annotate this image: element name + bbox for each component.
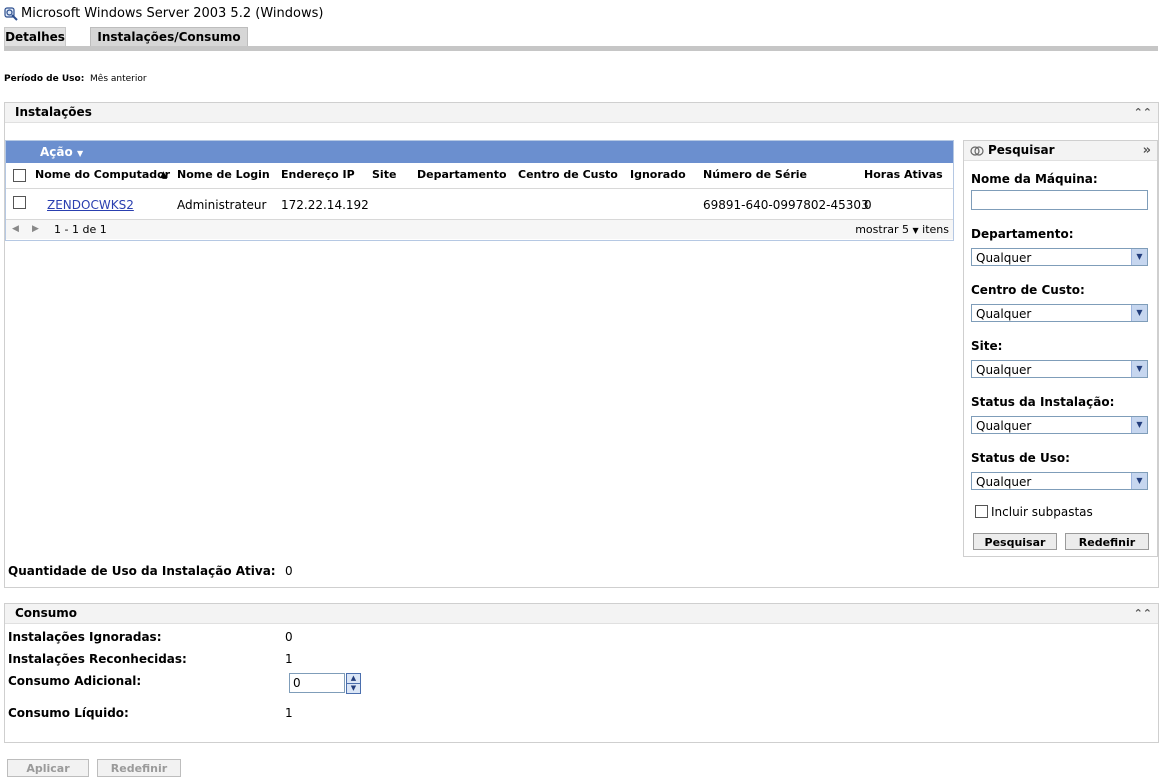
window-title-text: Microsoft Windows Server 2003 5.2 (Windo… — [21, 6, 324, 21]
search-panel: Pesquisar » Nome da Máquina: Departament… — [963, 140, 1158, 557]
install-status-label: Status da Instalação: — [971, 395, 1115, 409]
page-size-value: 5 — [902, 223, 909, 236]
tab-underline — [4, 46, 1158, 51]
recognized-installations-label: Instalações Reconhecidas: — [8, 652, 187, 666]
include-subfolders-label[interactable]: Incluir subpastas — [991, 505, 1093, 519]
consumption-panel: Consumo ⌃⌃ — [4, 603, 1159, 743]
consumption-panel-header: Consumo ⌃⌃ — [5, 604, 1158, 624]
chevron-down-icon: ▼ — [76, 149, 84, 158]
select-all-checkbox[interactable] — [13, 169, 26, 182]
usage-period-label: Período de Uso: — [4, 74, 85, 84]
page-size-control: mostrar 5 ▼ itens — [855, 220, 949, 240]
tab-detalhes[interactable]: Detalhes — [4, 27, 66, 46]
usage-status-label: Status de Uso: — [971, 451, 1070, 465]
collapse-consumption-icon[interactable]: ⌃⌃ — [1134, 604, 1152, 623]
tab-instalacoes-consumo[interactable]: Instalações/Consumo — [90, 27, 248, 46]
sort-ascending-icon[interactable]: ▲̲ — [160, 163, 167, 187]
recognized-installations-value: 1 — [285, 652, 293, 666]
stepper-up-icon[interactable]: ▲ — [346, 673, 361, 684]
column-cost-center[interactable]: Centro de Custo — [518, 163, 618, 187]
search-panel-header: Pesquisar » — [964, 141, 1157, 161]
column-serial-number[interactable]: Número de Série — [703, 163, 807, 187]
usage-period-value: Mês anterior — [90, 74, 147, 84]
machine-name-input[interactable] — [971, 190, 1148, 210]
page-size-items-label: itens — [922, 223, 949, 236]
search-button[interactable]: Pesquisar — [973, 533, 1057, 550]
table-header-row: Nome do Computador ▲̲ Nome de Login Ende… — [6, 163, 953, 189]
net-consumption-label: Consumo Líquido: — [8, 706, 129, 720]
serial-number-cell: 69891-640-0997802-45303 — [703, 198, 869, 212]
chevron-down-icon: ▼ — [1131, 417, 1147, 433]
tab-bar: Detalhes Instalações/Consumo — [4, 27, 1158, 53]
login-name-cell: Administrateur — [177, 198, 267, 212]
search-panel-title: Pesquisar — [988, 143, 1055, 157]
search-icon — [970, 141, 984, 160]
site-select-value: Qualquer — [976, 363, 1032, 377]
previous-page-icon[interactable]: ◀ — [12, 220, 19, 239]
additional-consumption-label: Consumo Adicional: — [8, 674, 142, 688]
column-login-name[interactable]: Nome de Login — [177, 163, 270, 187]
cost-center-label: Centro de Custo: — [971, 283, 1085, 297]
page-size-show-label: mostrar — [855, 223, 899, 236]
collapse-search-icon[interactable]: » — [1143, 141, 1151, 160]
column-active-hours[interactable]: Horas Ativas — [864, 163, 943, 187]
consumption-panel-title: Consumo — [15, 606, 78, 620]
row-checkbox[interactable] — [13, 196, 26, 209]
machine-name-label: Nome da Máquina: — [971, 172, 1098, 186]
collapse-installations-icon[interactable]: ⌃⌃ — [1134, 103, 1152, 122]
usage-status-select-value: Qualquer — [976, 475, 1032, 489]
next-page-icon[interactable]: ▶ — [32, 220, 39, 239]
chevron-down-icon: ▼ — [1131, 305, 1147, 321]
pager-range: 1 - 1 de 1 — [54, 223, 107, 236]
site-label: Site: — [971, 339, 1003, 353]
action-menu[interactable]: Ação ▼ — [6, 141, 953, 163]
additional-consumption-input[interactable] — [289, 673, 345, 693]
computer-name-link[interactable]: ZENDOCWKS2 — [47, 198, 134, 212]
include-subfolders-checkbox[interactable] — [975, 505, 988, 518]
department-select-value: Qualquer — [976, 251, 1032, 265]
ignored-installations-label: Instalações Ignoradas: — [8, 630, 162, 644]
install-status-select-value: Qualquer — [976, 419, 1032, 433]
department-select[interactable]: Qualquer ▼ — [971, 248, 1148, 266]
ip-address-cell: 172.22.14.192 — [281, 198, 369, 212]
application-icon — [4, 6, 18, 21]
chevron-down-icon: ▼ — [1131, 473, 1147, 489]
site-select[interactable]: Qualquer ▼ — [971, 360, 1148, 378]
chevron-down-icon: ▼ — [912, 226, 919, 235]
page-size-select[interactable]: 5 ▼ — [902, 223, 919, 236]
reset-button[interactable]: Redefinir — [97, 759, 181, 777]
installations-table: Ação ▼ Nome do Computador ▲̲ Nome de Log… — [5, 140, 954, 241]
ignored-installations-value: 0 — [285, 630, 293, 644]
install-status-select[interactable]: Qualquer ▼ — [971, 416, 1148, 434]
usage-status-select[interactable]: Qualquer ▼ — [971, 472, 1148, 490]
active-usage-label: Quantidade de Uso da Instalação Ativa: — [8, 564, 276, 578]
column-computer-name[interactable]: Nome do Computador — [35, 163, 170, 187]
active-hours-cell: 0 — [864, 198, 872, 212]
active-usage-value: 0 — [285, 564, 293, 578]
action-menu-label: Ação — [40, 145, 73, 159]
net-consumption-value: 1 — [285, 706, 293, 720]
column-ignored[interactable]: Ignorado — [630, 163, 686, 187]
search-reset-button[interactable]: Redefinir — [1065, 533, 1149, 550]
column-department[interactable]: Departamento — [417, 163, 507, 187]
additional-consumption-stepper: ▲ ▼ — [346, 673, 361, 694]
apply-button[interactable]: Aplicar — [7, 759, 89, 777]
chevron-down-icon: ▼ — [1131, 249, 1147, 265]
column-ip-address[interactable]: Endereço IP — [281, 163, 355, 187]
cost-center-select[interactable]: Qualquer ▼ — [971, 304, 1148, 322]
window-title: Microsoft Windows Server 2003 5.2 (Windo… — [4, 6, 323, 21]
column-site[interactable]: Site — [372, 163, 396, 187]
department-label: Departamento: — [971, 227, 1074, 241]
chevron-down-icon: ▼ — [1131, 361, 1147, 377]
cost-center-select-value: Qualquer — [976, 307, 1032, 321]
usage-period: Período de Uso: Mês anterior — [4, 74, 147, 84]
installations-panel-title: Instalações — [15, 105, 92, 119]
stepper-down-icon[interactable]: ▼ — [346, 684, 361, 694]
table-pager: ◀ ▶ 1 - 1 de 1 mostrar 5 ▼ itens — [6, 219, 953, 239]
installations-panel-header: Instalações ⌃⌃ — [5, 103, 1158, 123]
